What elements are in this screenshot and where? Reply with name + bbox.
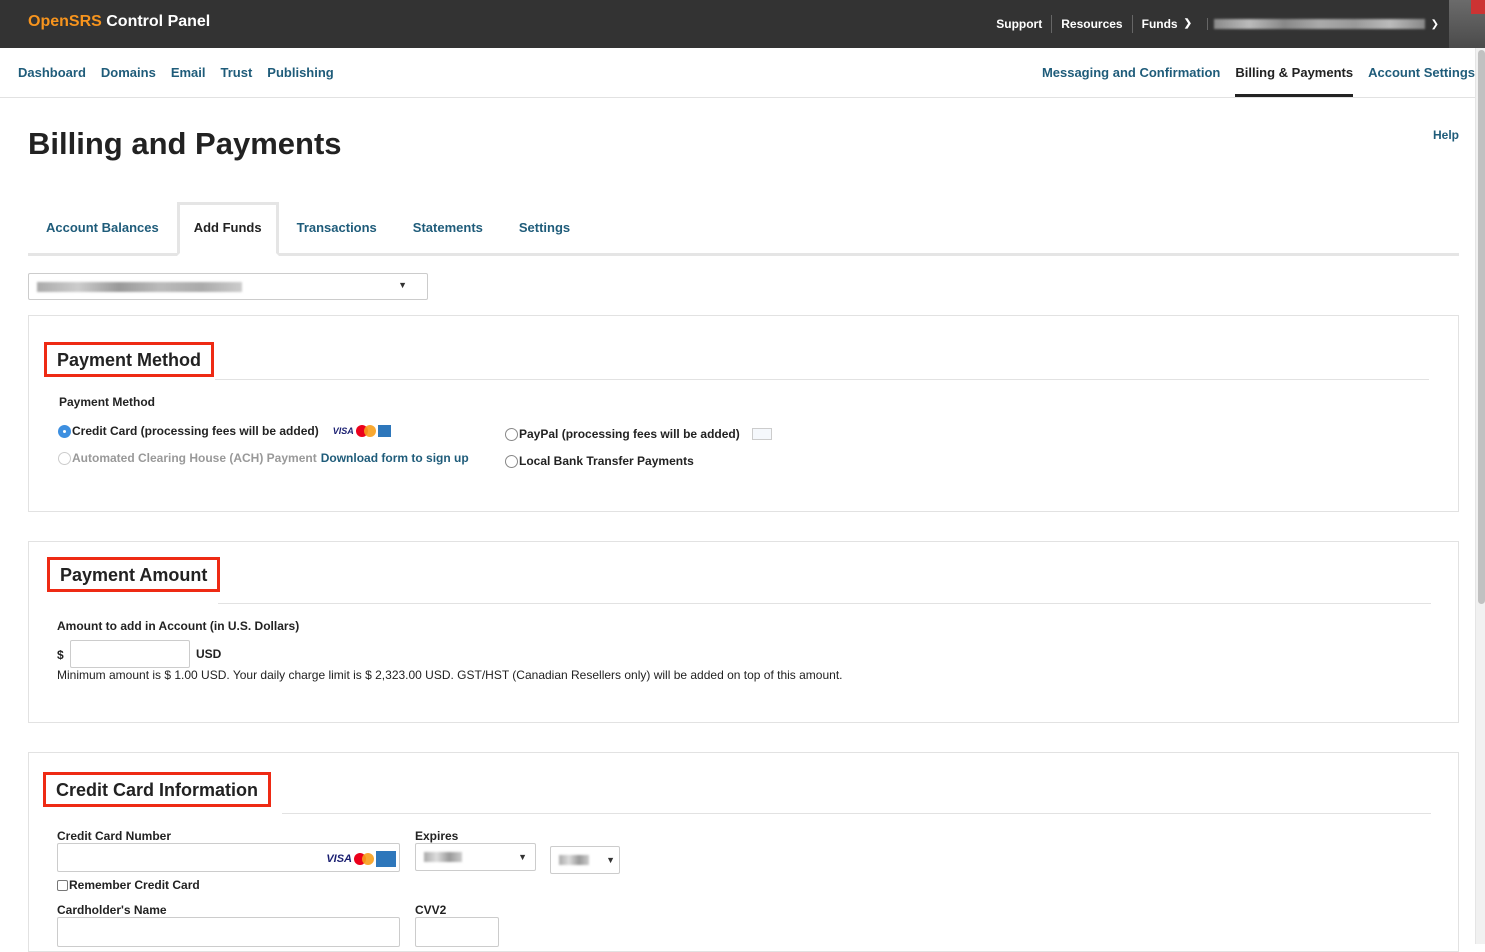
amex-icon: [377, 425, 391, 437]
radio-ach-label: Automated Clearing House (ACH) Payment: [72, 451, 317, 465]
payment-amount-heading: Payment Amount: [47, 557, 221, 592]
expiry-month-redacted: [424, 852, 462, 862]
support-link[interactable]: Support: [987, 15, 1053, 33]
mastercard-icon: [355, 425, 376, 437]
tab-account-balances[interactable]: Account Balances: [28, 202, 177, 253]
nav-account-settings[interactable]: Account Settings: [1368, 65, 1475, 97]
expires-label: Expires: [415, 829, 459, 843]
mastercard-icon: [354, 853, 374, 865]
visa-icon: VISA: [326, 853, 352, 865]
funds-label: Funds: [1141, 17, 1178, 31]
user-menu[interactable]: ❯: [1207, 18, 1439, 30]
expiry-year-redacted: [559, 855, 589, 865]
visa-icon: VISA: [332, 426, 354, 436]
credit-card-heading: Credit Card Information: [43, 772, 272, 807]
nav-dashboard[interactable]: Dashboard: [18, 65, 86, 80]
help-link[interactable]: Help: [1433, 128, 1459, 142]
brand-part2: Control Panel: [101, 13, 211, 30]
amount-note: Minimum amount is $ 1.00 USD. Your daily…: [57, 668, 843, 682]
radio-dot[interactable]: [505, 427, 518, 441]
caret-down-icon: ▼: [606, 855, 615, 865]
payment-amount-panel: Payment Amount Amount to add in Account …: [28, 541, 1459, 723]
radio-dot[interactable]: [505, 454, 518, 468]
tab-settings[interactable]: Settings: [501, 202, 588, 253]
card-logos: VISA: [333, 425, 391, 437]
amex-icon: [376, 851, 396, 867]
resources-link[interactable]: Resources: [1052, 15, 1133, 33]
cardholder-name-label: Cardholder's Name: [57, 903, 167, 917]
tab-statements[interactable]: Statements: [395, 202, 501, 253]
radio-paypal[interactable]: PayPal (processing fees will be added): [505, 427, 772, 441]
account-name-redacted: [37, 282, 242, 292]
payment-method-heading: Payment Method: [44, 342, 215, 377]
radio-paypal-label: PayPal (processing fees will be added): [519, 427, 740, 441]
tab-add-funds[interactable]: Add Funds: [176, 202, 279, 256]
page-title: Billing and Payments: [28, 126, 342, 161]
top-links: Support Resources Funds ❯ ❯: [987, 0, 1439, 48]
brand-logo[interactable]: OpenSRS Control Panel: [28, 13, 210, 31]
ach-signup-link[interactable]: Download form to sign up: [321, 451, 469, 465]
currency-symbol: $: [57, 648, 64, 662]
caret-down-icon: ▼: [398, 280, 407, 290]
nav-email[interactable]: Email: [171, 65, 206, 80]
nav-trust[interactable]: Trust: [221, 65, 253, 80]
remember-card-checkbox[interactable]: Remember Credit Card: [57, 878, 200, 892]
cardholder-name-input[interactable]: [57, 917, 400, 947]
checkbox-box[interactable]: [57, 879, 68, 891]
expiry-month-select[interactable]: ▼: [415, 843, 536, 871]
caret-down-icon: ▼: [518, 852, 527, 862]
radio-local-bank[interactable]: Local Bank Transfer Payments: [505, 454, 694, 468]
radio-credit-card-label: Credit Card (processing fees will be add…: [72, 424, 319, 438]
radio-ach[interactable]: Automated Clearing House (ACH) Payment D…: [58, 451, 469, 465]
page-scrollbar[interactable]: [1475, 48, 1485, 944]
cvv-label: CVV2: [415, 903, 447, 917]
radio-dot[interactable]: [58, 451, 71, 465]
currency-code: USD: [196, 647, 222, 661]
amount-label: Amount to add in Account (in U.S. Dollar…: [57, 619, 300, 633]
funds-menu[interactable]: Funds ❯: [1133, 15, 1201, 33]
scrollbar-thumb[interactable]: [1478, 50, 1485, 604]
divider: [218, 603, 1431, 604]
card-number-label: Credit Card Number: [57, 829, 172, 843]
card-logos: VISA: [326, 851, 396, 867]
expiry-year-select[interactable]: ▼: [550, 846, 620, 874]
divider: [215, 379, 1429, 380]
main-nav-right: Messaging and Confirmation Billing & Pay…: [1042, 65, 1475, 97]
main-nav: Dashboard Domains Email Trust Publishing…: [0, 48, 1475, 98]
main-nav-left: Dashboard Domains Email Trust Publishing: [18, 65, 334, 80]
chevron-down-icon: ❯: [1183, 18, 1192, 29]
paypal-icon: [751, 428, 772, 440]
user-name-redacted: [1214, 19, 1425, 29]
chevron-down-icon: ❯: [1430, 18, 1439, 30]
radio-credit-card[interactable]: Credit Card (processing fees will be add…: [58, 424, 391, 438]
divider: [282, 813, 1431, 814]
account-select[interactable]: ▼: [28, 273, 428, 300]
nav-messaging[interactable]: Messaging and Confirmation: [1042, 65, 1220, 97]
tab-transactions[interactable]: Transactions: [279, 202, 395, 253]
payment-method-panel: Payment Method Payment Method Credit Car…: [28, 315, 1459, 512]
remember-card-label: Remember Credit Card: [69, 878, 200, 892]
cvv-input[interactable]: [415, 917, 499, 947]
amount-input[interactable]: [70, 640, 190, 668]
radio-local-bank-label: Local Bank Transfer Payments: [519, 454, 694, 468]
top-bar: OpenSRS Control Panel Support Resources …: [0, 0, 1485, 48]
radio-dot[interactable]: [58, 424, 71, 438]
nav-publishing[interactable]: Publishing: [267, 65, 333, 80]
payment-method-label: Payment Method: [59, 395, 156, 409]
billing-tabs: Account Balances Add Funds Transactions …: [28, 202, 1459, 256]
brand-part1: OpenSRS: [28, 13, 102, 30]
avatar[interactable]: [1449, 0, 1485, 48]
nav-domains[interactable]: Domains: [101, 65, 156, 80]
card-number-input[interactable]: VISA: [57, 843, 400, 872]
nav-billing[interactable]: Billing & Payments: [1235, 65, 1354, 97]
credit-card-panel: Credit Card Information Credit Card Numb…: [28, 752, 1459, 952]
